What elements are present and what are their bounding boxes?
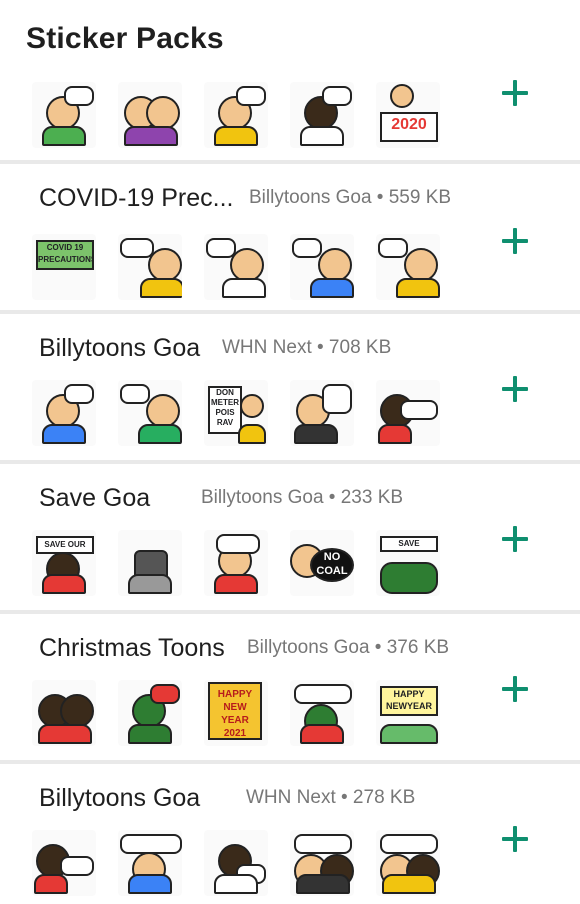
sticker-thumbnail: [376, 830, 440, 896]
pack-name: Billytoons Goa: [39, 334, 201, 362]
page-title: Sticker Packs: [26, 22, 224, 55]
sticker-thumbnail: [290, 380, 354, 446]
sticker-pack[interactable]: COVID-19 Prec... Billytoons Goa • 559 KB…: [0, 164, 580, 314]
sticker-thumbnail: HAPPY NEWYEAR 2021: [376, 680, 440, 746]
sticker-thumbnail: [32, 830, 96, 896]
add-pack-button[interactable]: [502, 526, 528, 552]
pack-meta: Billytoons Goa • 559 KB: [249, 187, 452, 208]
sticker-thumbnail: [290, 830, 354, 896]
pack-meta: WHN Next • 278 KB: [246, 787, 416, 808]
sticker-thumbnail: [118, 680, 182, 746]
sticker-pack[interactable]: Christmas Toons Billytoons Goa • 376 KB …: [0, 614, 580, 764]
pack-name: Save Goa: [39, 484, 151, 512]
sticker-thumbnail: COVID 19 PRECAUTIONS: [32, 234, 96, 300]
sticker-thumbnail: [290, 234, 354, 300]
add-pack-button[interactable]: [502, 228, 528, 254]
sticker-pack[interactable]: Billytoons Goa WHN Next • 278 KB: [0, 764, 580, 904]
sticker-thumbnail: HAPPY NEW YEAR 2021: [204, 680, 268, 746]
sticker-thumbnail: [118, 830, 182, 896]
sticker-thumbnail: [376, 380, 440, 446]
sticker-thumbnail: [204, 234, 268, 300]
pack-meta: Billytoons Goa • 376 KB: [247, 637, 450, 658]
add-pack-button[interactable]: [502, 676, 528, 702]
add-pack-button[interactable]: [502, 376, 528, 402]
sticker-thumbnail: [118, 82, 182, 148]
sticker-thumbnail: [32, 82, 96, 148]
sticker-thumbnail: [290, 82, 354, 148]
pack-name: COVID-19 Prec...: [39, 184, 234, 212]
sticker-thumbnail: SAVE MOLLEM: [376, 530, 440, 596]
sticker-thumbnail: [32, 380, 96, 446]
pack-name: Billytoons Goa: [39, 784, 201, 812]
sticker-thumbnail: DON METER POIS RAV: [204, 380, 268, 446]
sticker-thumbnail: [204, 82, 268, 148]
sticker-pack[interactable]: 2020: [0, 68, 580, 164]
sticker-thumbnail: 2020: [376, 82, 440, 148]
sticker-thumbnail: [204, 530, 268, 596]
sticker-thumbnail: [32, 680, 96, 746]
sticker-pack[interactable]: Save Goa Billytoons Goa • 233 KB SAVE OU…: [0, 464, 580, 614]
add-pack-button[interactable]: [502, 826, 528, 852]
sticker-thumbnail: [376, 234, 440, 300]
sticker-thumbnail: [118, 530, 182, 596]
sticker-thumbnail: [204, 830, 268, 896]
sticker-thumbnail: [118, 234, 182, 300]
pack-name: Christmas Toons: [39, 634, 225, 662]
sticker-thumbnail: SAVE OUR LAND: [32, 530, 96, 596]
pack-meta: WHN Next • 708 KB: [222, 337, 392, 358]
sticker-thumbnail: [290, 680, 354, 746]
sticker-thumbnail: [118, 380, 182, 446]
pack-meta: Billytoons Goa • 233 KB: [201, 487, 404, 508]
sticker-pack[interactable]: Billytoons Goa WHN Next • 708 KB DON MET…: [0, 314, 580, 464]
sticker-thumbnail: NO COAL: [290, 530, 354, 596]
add-pack-button[interactable]: [502, 80, 528, 106]
